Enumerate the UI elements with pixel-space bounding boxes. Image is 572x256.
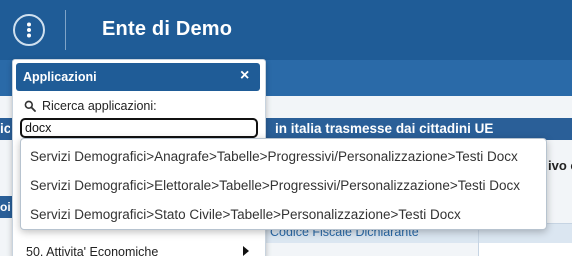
applications-panel-title: Applicazioni [23, 70, 97, 84]
menu-item-label: 50. Attivita' Economiche [26, 245, 159, 256]
search-label-row: Ricerca applicazioni: [24, 99, 157, 113]
search-input[interactable] [20, 118, 258, 138]
search-result-item[interactable]: Servizi Demografici>Stato Civile>Tabelle… [30, 207, 461, 222]
form-section-title: in italia trasmesse dai cittadini UE [275, 121, 494, 136]
search-label: Ricerca applicazioni: [42, 99, 157, 113]
close-icon[interactable]: × [240, 66, 249, 86]
main-menu-button[interactable] [13, 14, 45, 46]
vertical-dots-icon [27, 22, 31, 38]
app-title: Ente di Demo [102, 18, 233, 40]
background-left-tab-label: oi [0, 200, 11, 214]
form-section-title-left: ici [0, 121, 10, 136]
top-header [0, 0, 572, 60]
search-result-item[interactable]: Servizi Demografici>Anagrafe>Tabelle>Pro… [30, 149, 518, 164]
search-icon [24, 100, 36, 112]
header-divider [65, 10, 66, 50]
background-field-label-right: ivo c [548, 158, 572, 173]
search-result-item[interactable]: Servizi Demografici>Elettorale>Tabelle>P… [30, 178, 520, 193]
chevron-right-icon [243, 246, 249, 256]
background-field[interactable] [478, 243, 572, 256]
